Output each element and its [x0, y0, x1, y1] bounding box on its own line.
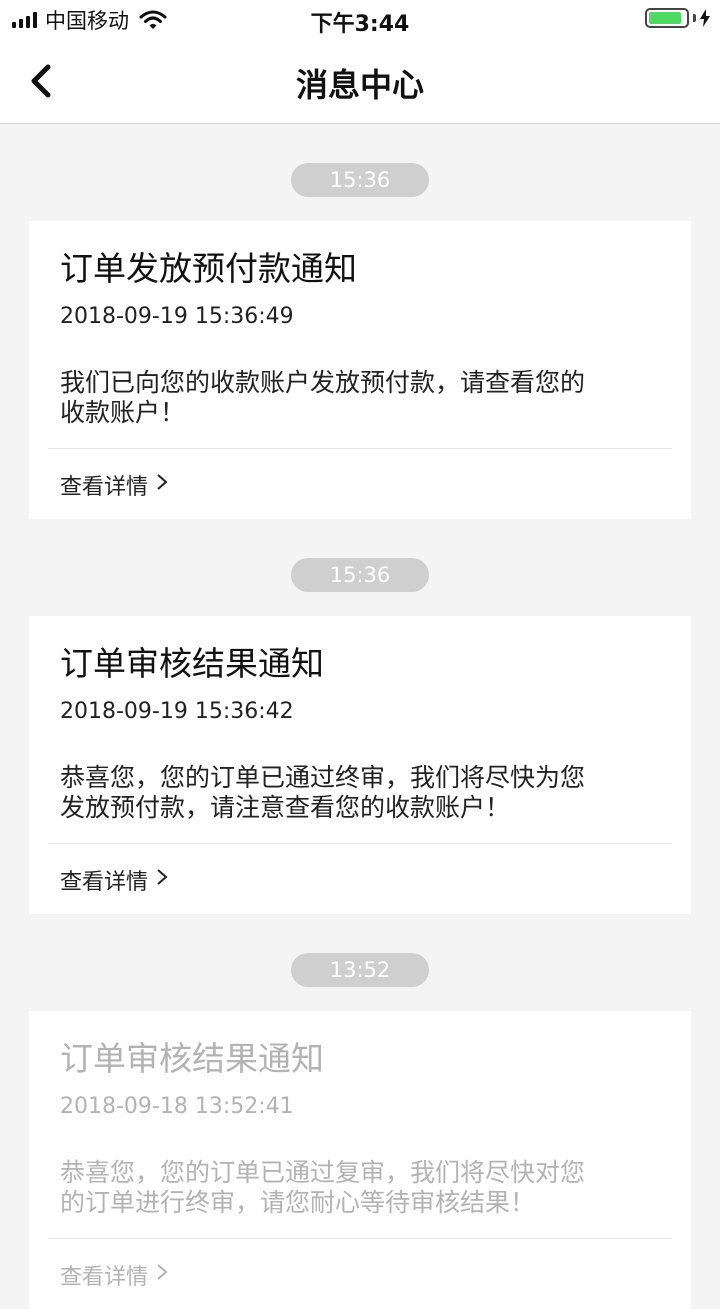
message-body-line: 收款账户！: [60, 398, 186, 427]
message-body-line: 发放预付款，请注意查看您的收款账户！: [60, 793, 511, 822]
message-datetime: 2018-09-18 13:52:41: [60, 1094, 294, 1119]
message-card: 订单发放预付款通知 2018-09-19 15:36:49 我们已向您的收款账户…: [29, 221, 691, 519]
message-body: 恭喜您，您的订单已通过复审，我们将尽快对您 的订单进行终审，请您耐心等待审核结果…: [60, 1158, 660, 1238]
time-group-label: 15:36: [291, 558, 429, 592]
charging-icon: [700, 9, 710, 27]
status-bar: 中国移动 下午3:44: [0, 0, 720, 40]
view-details-link[interactable]: 查看详情: [48, 843, 672, 914]
battery-icon: [645, 8, 689, 28]
message-body-line: 的订单进行终审，请您耐心等待审核结果！: [60, 1188, 536, 1217]
message-body: 恭喜您，您的订单已通过终审，我们将尽快为您 发放预付款，请注意查看您的收款账户！: [60, 763, 660, 843]
message-datetime: 2018-09-19 15:36:42: [60, 699, 294, 724]
view-details-link[interactable]: 查看详情: [48, 1238, 672, 1309]
message-list: 15:36 订单发放预付款通知 2018-09-19 15:36:49 我们已向…: [0, 124, 720, 1309]
message-card-read: 订单审核结果通知 2018-09-18 13:52:41 恭喜您，您的订单已通过…: [29, 1011, 691, 1309]
view-details-link[interactable]: 查看详情: [48, 448, 672, 519]
view-details-label: 查看详情: [60, 870, 149, 895]
chevron-right-icon: [157, 869, 168, 885]
view-details-label: 查看详情: [60, 475, 149, 500]
battery-tip: [693, 14, 696, 22]
time-group-label: 13:52: [291, 953, 429, 987]
message-card: 订单审核结果通知 2018-09-19 15:36:42 恭喜您，您的订单已通过…: [29, 616, 691, 914]
nav-bar: 消息中心: [0, 40, 720, 124]
chevron-right-icon: [157, 1264, 168, 1280]
clock: 下午3:44: [310, 12, 410, 37]
message-body-line: 恭喜您，您的订单已通过复审，我们将尽快对您: [60, 1158, 586, 1187]
message-datetime: 2018-09-19 15:36:49: [60, 304, 294, 329]
view-details-label: 查看详情: [60, 1265, 149, 1290]
message-title: 订单审核结果通知: [60, 644, 324, 683]
message-body-line: 我们已向您的收款账户发放预付款，请查看您的: [60, 368, 586, 397]
message-body-line: 恭喜您，您的订单已通过终审，我们将尽快为您: [60, 763, 586, 792]
time-group-label: 15:36: [291, 163, 429, 197]
message-title: 订单发放预付款通知: [60, 249, 357, 288]
message-title: 订单审核结果通知: [60, 1039, 324, 1078]
page-title: 消息中心: [295, 66, 424, 104]
message-body: 我们已向您的收款账户发放预付款，请查看您的 收款账户！: [60, 368, 660, 448]
chevron-right-icon: [157, 474, 168, 490]
